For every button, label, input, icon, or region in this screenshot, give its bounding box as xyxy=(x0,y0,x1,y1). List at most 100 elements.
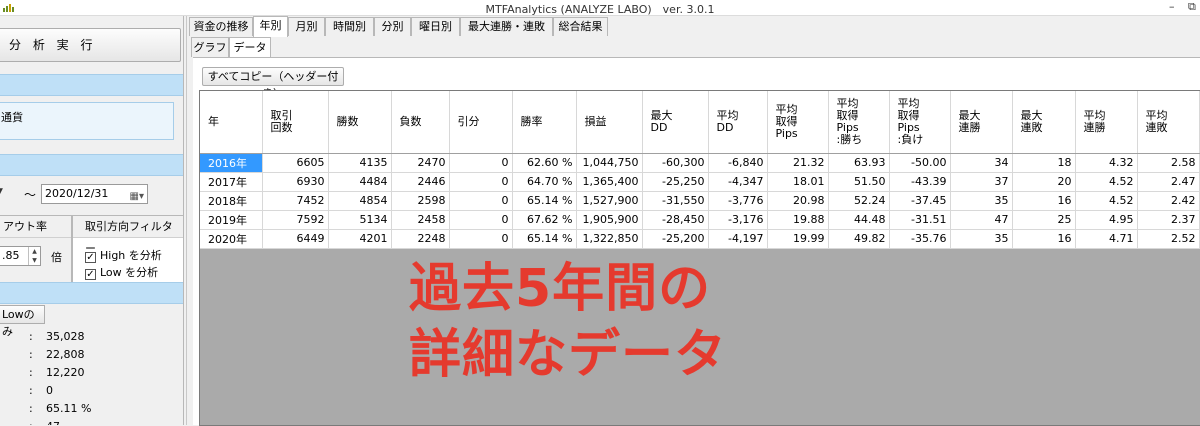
table-cell[interactable]: 2598 xyxy=(391,191,450,211)
table-cell[interactable]: 63.93 xyxy=(828,153,890,173)
table-cell[interactable]: 64.70 % xyxy=(512,172,577,192)
column-header[interactable]: 年 xyxy=(200,91,263,154)
high-checkbox[interactable]: ✓ High を分析 xyxy=(85,247,162,263)
restore-button[interactable]: ⧉ xyxy=(1188,0,1196,14)
table-cell[interactable]: -25,250 xyxy=(642,172,709,192)
copy-all-button[interactable]: すべてコピー（ヘッダー付き） xyxy=(202,67,344,100)
low-only-button[interactable]: Lowのみ xyxy=(0,305,45,338)
table-cell[interactable]: 4.32 xyxy=(1075,153,1138,173)
table-cell[interactable]: -25,200 xyxy=(642,229,709,249)
column-header[interactable]: 勝数 xyxy=(328,91,392,154)
table-cell[interactable]: 20.98 xyxy=(767,191,829,211)
table-cell[interactable]: -4,197 xyxy=(708,229,768,249)
table-cell[interactable]: -35.76 xyxy=(889,229,951,249)
table-cell[interactable]: 7592 xyxy=(262,210,329,230)
table-cell[interactable]: 6449 xyxy=(262,229,329,249)
table-cell[interactable]: 4.71 xyxy=(1075,229,1138,249)
table-cell[interactable]: 4135 xyxy=(328,153,392,173)
table-cell[interactable]: -4,347 xyxy=(708,172,768,192)
year-cell[interactable]: 2016年 xyxy=(200,153,263,173)
table-cell[interactable]: 1,322,850 xyxy=(576,229,643,249)
tab-yearly[interactable]: 年別 xyxy=(253,16,288,37)
table-row[interactable]: 2016年 6605 4135 2470 0 62.60 % 1,044,750 -60,30… xyxy=(200,153,1200,173)
table-cell[interactable]: 35 xyxy=(950,229,1013,249)
table-cell[interactable]: 18 xyxy=(1012,153,1076,173)
table-cell[interactable]: 1,044,750 xyxy=(576,153,643,173)
table-cell[interactable]: 20 xyxy=(1012,172,1076,192)
table-cell[interactable]: 4.95 xyxy=(1075,210,1138,230)
table-cell[interactable]: 0 xyxy=(449,172,513,192)
table-cell[interactable]: 49.82 xyxy=(828,229,890,249)
table-cell[interactable]: 65.14 % xyxy=(512,229,577,249)
table-cell[interactable]: 0 xyxy=(449,153,513,173)
table-cell[interactable]: 21.32 xyxy=(767,153,829,173)
table-row[interactable]: 2017年 6930 4484 2446 0 64.70 % 1,365,400 -25,25… xyxy=(200,172,1200,192)
table-cell[interactable]: 67.62 % xyxy=(512,210,577,230)
calendar-icon[interactable]: ▦▾ xyxy=(130,188,144,206)
table-cell[interactable]: 1,905,900 xyxy=(576,210,643,230)
table-row[interactable]: 2018年 7452 4854 2598 0 65.14 % 1,527,900 -31,55… xyxy=(200,191,1200,211)
tab-hourly[interactable]: 時間別 xyxy=(325,17,374,36)
column-header[interactable]: 負数 xyxy=(391,91,450,154)
column-header[interactable]: 平均 連敗 xyxy=(1137,91,1200,154)
table-cell[interactable]: 2458 xyxy=(391,210,450,230)
table-cell[interactable]: 6605 xyxy=(262,153,329,173)
table-cell[interactable]: 62.60 % xyxy=(512,153,577,173)
table-cell[interactable]: 52.24 xyxy=(828,191,890,211)
table-cell[interactable]: 35 xyxy=(950,191,1013,211)
table-cell[interactable]: 2.47 xyxy=(1137,172,1200,192)
table-cell[interactable]: 2.42 xyxy=(1137,191,1200,211)
table-cell[interactable]: 37 xyxy=(950,172,1013,192)
table-cell[interactable]: 4484 xyxy=(328,172,392,192)
table-cell[interactable]: 4.52 xyxy=(1075,191,1138,211)
table-cell[interactable]: 0 xyxy=(449,191,513,211)
year-cell[interactable]: 2019年 xyxy=(200,210,263,230)
table-cell[interactable]: 16 xyxy=(1012,229,1076,249)
table-cell[interactable]: 2446 xyxy=(391,172,450,192)
table-cell[interactable]: -3,776 xyxy=(708,191,768,211)
table-cell[interactable]: -43.39 xyxy=(889,172,951,192)
table-cell[interactable]: -60,300 xyxy=(642,153,709,173)
table-cell[interactable]: -28,450 xyxy=(642,210,709,230)
table-cell[interactable]: 19.88 xyxy=(767,210,829,230)
column-header[interactable]: 最大 連敗 xyxy=(1012,91,1076,154)
table-cell[interactable]: 4854 xyxy=(328,191,392,211)
table-cell[interactable]: 7452 xyxy=(262,191,329,211)
year-cell[interactable]: 2017年 xyxy=(200,172,263,192)
table-cell[interactable]: 4201 xyxy=(328,229,392,249)
column-header[interactable]: 取引 回数 xyxy=(262,91,329,154)
minimize-button[interactable]: – xyxy=(1169,0,1175,13)
table-cell[interactable]: 19.99 xyxy=(767,229,829,249)
table-cell[interactable]: -6,840 xyxy=(708,153,768,173)
chevron-down-icon[interactable]: ▼ xyxy=(0,187,3,197)
column-header[interactable]: 平均 取得 Pips:勝ち xyxy=(828,91,890,154)
table-cell[interactable]: -50.00 xyxy=(889,153,951,173)
table-cell[interactable]: -37.45 xyxy=(889,191,951,211)
table-cell[interactable]: 5134 xyxy=(328,210,392,230)
table-cell[interactable]: 44.48 xyxy=(828,210,890,230)
tab-max-streak[interactable]: 最大連勝・連敗 xyxy=(460,17,553,36)
run-analysis-button[interactable]: 分 析 実 行 xyxy=(0,28,181,62)
table-cell[interactable]: 2248 xyxy=(391,229,450,249)
table-cell[interactable]: 2.58 xyxy=(1137,153,1200,173)
currency-list[interactable]: 通貨 xyxy=(0,102,174,140)
table-cell[interactable]: 1,365,400 xyxy=(576,172,643,192)
table-row[interactable]: 2020年 6449 4201 2248 0 65.14 % 1,322,850 -25,20… xyxy=(200,229,1200,249)
table-cell[interactable]: -3,176 xyxy=(708,210,768,230)
table-cell[interactable]: 2.37 xyxy=(1137,210,1200,230)
table-cell[interactable]: -31.51 xyxy=(889,210,951,230)
table-cell[interactable]: 65.14 % xyxy=(512,191,577,211)
column-header[interactable]: 平均 取得 Pips xyxy=(767,91,829,154)
tab-weekday[interactable]: 曜日別 xyxy=(411,17,460,36)
column-header[interactable]: 最大 連勝 xyxy=(950,91,1013,154)
lot-stepper[interactable]: .85 ▲ ▼ xyxy=(0,246,41,266)
table-cell[interactable]: 25 xyxy=(1012,210,1076,230)
table-cell[interactable]: 47 xyxy=(950,210,1013,230)
table-cell[interactable]: 2.52 xyxy=(1137,229,1200,249)
low-checkbox[interactable]: ✓ Low を分析 xyxy=(85,264,158,280)
column-header[interactable]: 最大 DD xyxy=(642,91,709,154)
table-cell[interactable]: 4.52 xyxy=(1075,172,1138,192)
year-cell[interactable]: 2018年 xyxy=(200,191,263,211)
column-header[interactable]: 平均 DD xyxy=(708,91,768,154)
table-cell[interactable]: 2470 xyxy=(391,153,450,173)
